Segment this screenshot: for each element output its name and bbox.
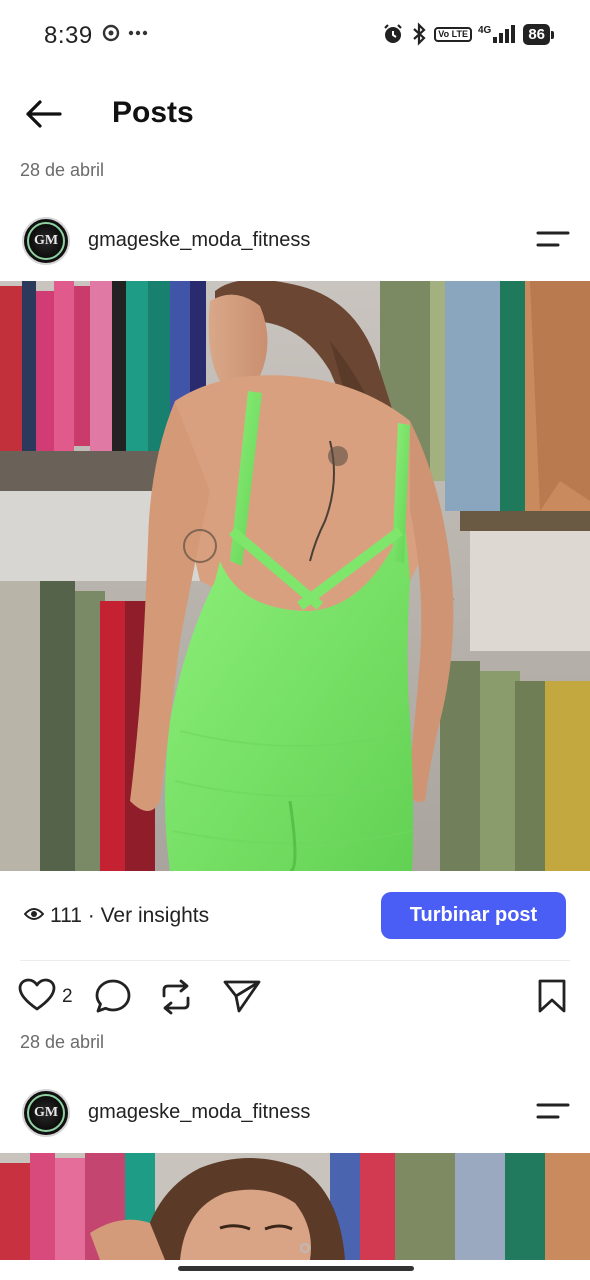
battery-level: 86 — [523, 23, 554, 45]
post-username[interactable]: gmageske_moda_fitness — [88, 1101, 310, 1124]
bookmark-icon — [538, 979, 566, 1013]
share-button[interactable] — [222, 978, 262, 1019]
avatar-logo: GM — [27, 1094, 65, 1132]
status-time: 8:39 — [44, 22, 93, 49]
app-notification-icon — [102, 24, 120, 42]
post-header: GM gmageske_moda_fitness — [0, 1083, 590, 1143]
post-menu-button[interactable] — [536, 1101, 576, 1125]
comment-icon — [95, 979, 131, 1013]
like-count: 2 — [62, 986, 73, 1007]
post-actions: 2 — [0, 972, 590, 1022]
avatar[interactable]: GM — [22, 217, 70, 265]
more-notifications-icon — [128, 30, 148, 36]
repost-button[interactable] — [158, 978, 194, 1021]
view-insights-link[interactable]: 111 · Ver insights — [50, 904, 209, 928]
save-button[interactable] — [536, 978, 568, 1019]
network-type: 4G — [477, 25, 492, 36]
repost-icon — [162, 979, 190, 1015]
back-arrow-icon — [26, 100, 62, 128]
boost-post-button[interactable]: Turbinar post — [381, 892, 566, 939]
volte-icon: Vo LTE — [434, 26, 472, 42]
eye-icon — [24, 908, 44, 920]
divider — [20, 960, 570, 961]
bluetooth-icon — [413, 22, 426, 46]
post-photo-illustration — [0, 281, 590, 871]
post-username[interactable]: gmageske_moda_fitness — [88, 229, 310, 252]
status-left-icons — [102, 24, 148, 42]
page-title: Posts — [112, 96, 194, 129]
comment-button[interactable] — [94, 978, 132, 1019]
post-photo-illustration — [0, 1153, 590, 1260]
back-button[interactable] — [22, 96, 64, 132]
insights-row: 111 · Ver insights Turbinar post — [0, 890, 590, 946]
page-header: Posts — [0, 80, 590, 150]
post-date: 28 de abril — [20, 1032, 105, 1052]
heart-icon — [18, 978, 56, 1011]
avatar-logo: GM — [27, 222, 65, 260]
status-right-icons: Vo LTE 4G 86 — [382, 22, 554, 46]
alarm-icon — [384, 24, 403, 43]
more-menu-icon — [536, 231, 570, 247]
more-menu-icon — [536, 1103, 570, 1119]
post-date: 28 de abril — [20, 160, 105, 180]
post-menu-button[interactable] — [536, 229, 576, 253]
signal-strength-icon: 4G — [478, 25, 517, 43]
home-indicator[interactable] — [178, 1266, 414, 1271]
status-bar: 8:39 Vo LTE 4G 86 — [0, 0, 590, 72]
like-button[interactable] — [18, 978, 56, 1017]
post-image[interactable] — [0, 1153, 590, 1260]
post-header: GM gmageske_moda_fitness — [0, 211, 590, 271]
post-image[interactable] — [0, 281, 590, 871]
avatar[interactable]: GM — [22, 1089, 70, 1137]
share-icon — [223, 980, 261, 1013]
